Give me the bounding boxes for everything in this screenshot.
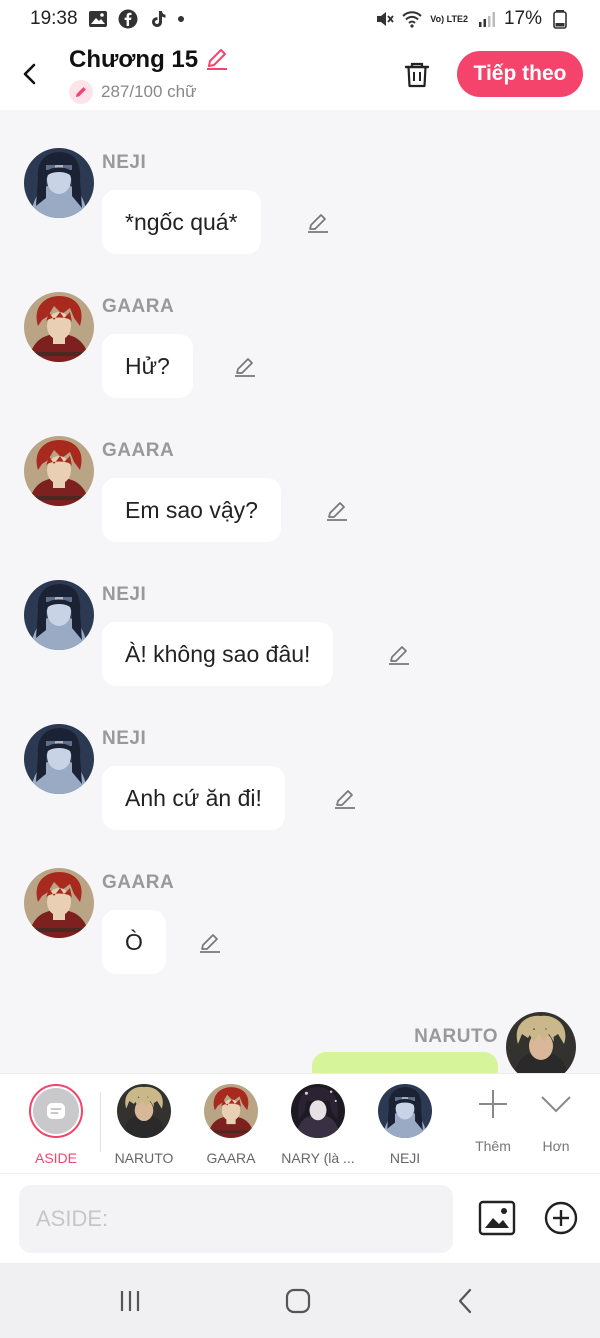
mute-icon xyxy=(374,9,394,29)
edit-title-icon[interactable] xyxy=(204,45,230,76)
avatar[interactable] xyxy=(24,436,94,506)
message-bubble[interactable]: Em sao vậy? xyxy=(102,478,281,542)
message-bubble[interactable] xyxy=(312,1052,498,1073)
character-label: NEJI xyxy=(389,1150,421,1166)
more-label: Hơn xyxy=(542,1138,570,1154)
battery-percent: 17% xyxy=(503,8,542,29)
character-aside[interactable]: ASIDE xyxy=(16,1084,96,1166)
facebook-icon xyxy=(118,9,138,29)
sender-name: NEJI xyxy=(102,152,147,173)
plus-icon xyxy=(479,1090,507,1118)
signal-icon xyxy=(476,9,496,29)
home-button[interactable] xyxy=(278,1285,318,1317)
chevron-down-icon xyxy=(541,1096,571,1113)
character-gaara[interactable]: GAARA xyxy=(191,1084,271,1166)
character-neji[interactable]: NEJI xyxy=(365,1084,445,1166)
edit-message-icon[interactable] xyxy=(198,930,222,954)
character-bar: ASIDE NARUTO GAARA NARY (là ... NEJI Thê… xyxy=(0,1073,600,1173)
editor-header: Chương 15 287/100 chữ Tiếp theo xyxy=(0,38,600,110)
message-bubble[interactable]: Hử? xyxy=(102,334,193,398)
image-icon xyxy=(478,1200,516,1236)
system-nav-bar xyxy=(0,1263,600,1338)
avatar[interactable] xyxy=(24,148,94,218)
character-label: NARUTO xyxy=(114,1150,174,1166)
edit-message-icon[interactable] xyxy=(387,642,411,666)
edit-message-icon[interactable] xyxy=(306,210,330,234)
edit-message-icon[interactable] xyxy=(333,786,357,810)
sender-name: NEJI xyxy=(102,728,147,749)
add-label: Thêm xyxy=(475,1138,511,1154)
divider xyxy=(100,1092,101,1152)
add-character-button[interactable]: Thêm xyxy=(458,1086,528,1154)
battery-icon xyxy=(550,9,570,29)
gallery-icon xyxy=(88,9,108,29)
wifi-icon xyxy=(402,9,423,29)
sender-name: GAARA xyxy=(102,296,175,317)
plus-circle-icon xyxy=(544,1201,578,1235)
back-button[interactable] xyxy=(0,38,60,110)
message-list[interactable]: NEJI *ngốc quá* GAARA Hử? GAARA Em sao v… xyxy=(0,110,600,1073)
sender-name: GAARA xyxy=(102,872,175,893)
message-bubble[interactable]: Ò xyxy=(102,910,166,974)
sender-name: NARUTO xyxy=(414,1026,498,1047)
message-bubble[interactable]: Anh cứ ăn đi! xyxy=(102,766,285,830)
notification-dot-icon xyxy=(177,16,184,22)
next-button[interactable]: Tiếp theo xyxy=(457,51,583,97)
sender-name: NEJI xyxy=(102,584,147,605)
character-nary[interactable]: NARY (là ... xyxy=(278,1084,358,1166)
chevron-left-icon xyxy=(23,63,36,85)
avatar[interactable] xyxy=(24,868,94,938)
home-icon xyxy=(285,1288,311,1314)
avatar[interactable] xyxy=(24,292,94,362)
message-bubble[interactable]: À! không sao đâu! xyxy=(102,622,334,686)
edit-message-icon[interactable] xyxy=(233,354,257,378)
network-label: Vo) LTE2 xyxy=(430,13,468,24)
character-label: ASIDE xyxy=(34,1150,77,1166)
avatar xyxy=(117,1084,171,1138)
message-bubble[interactable]: *ngốc quá* xyxy=(102,190,261,254)
pencil-badge-icon xyxy=(69,79,93,104)
character-label: NARY (là ... xyxy=(281,1150,355,1166)
back-nav-button[interactable] xyxy=(446,1285,486,1317)
more-button[interactable]: Hơn xyxy=(521,1086,591,1154)
avatar xyxy=(204,1084,258,1138)
back-arrow-icon xyxy=(458,1288,472,1314)
tiktok-icon xyxy=(148,9,168,29)
recent-apps-button[interactable] xyxy=(110,1285,150,1317)
avatar[interactable] xyxy=(24,580,94,650)
status-bar: 19:38 Vo) LTE2 17% xyxy=(0,0,600,38)
avatar xyxy=(291,1084,345,1138)
edit-message-icon[interactable] xyxy=(325,498,349,522)
add-button[interactable] xyxy=(543,1200,579,1236)
recent-apps-icon xyxy=(120,1291,140,1311)
character-naruto[interactable]: NARUTO xyxy=(104,1084,184,1166)
message-input[interactable] xyxy=(19,1185,453,1253)
status-time: 19:38 xyxy=(30,8,78,29)
avatar xyxy=(378,1084,432,1138)
input-bar xyxy=(0,1173,600,1263)
insert-image-button[interactable] xyxy=(478,1199,516,1237)
chapter-title: Chương 15 xyxy=(69,46,199,73)
character-label: GAARA xyxy=(206,1150,256,1166)
sender-name: GAARA xyxy=(102,440,175,461)
word-count: 287/100 chữ xyxy=(101,81,197,101)
avatar[interactable] xyxy=(24,724,94,794)
delete-button[interactable] xyxy=(398,56,436,94)
avatar[interactable] xyxy=(506,1012,576,1073)
aside-message-icon xyxy=(47,1103,65,1119)
trash-icon xyxy=(404,62,430,88)
